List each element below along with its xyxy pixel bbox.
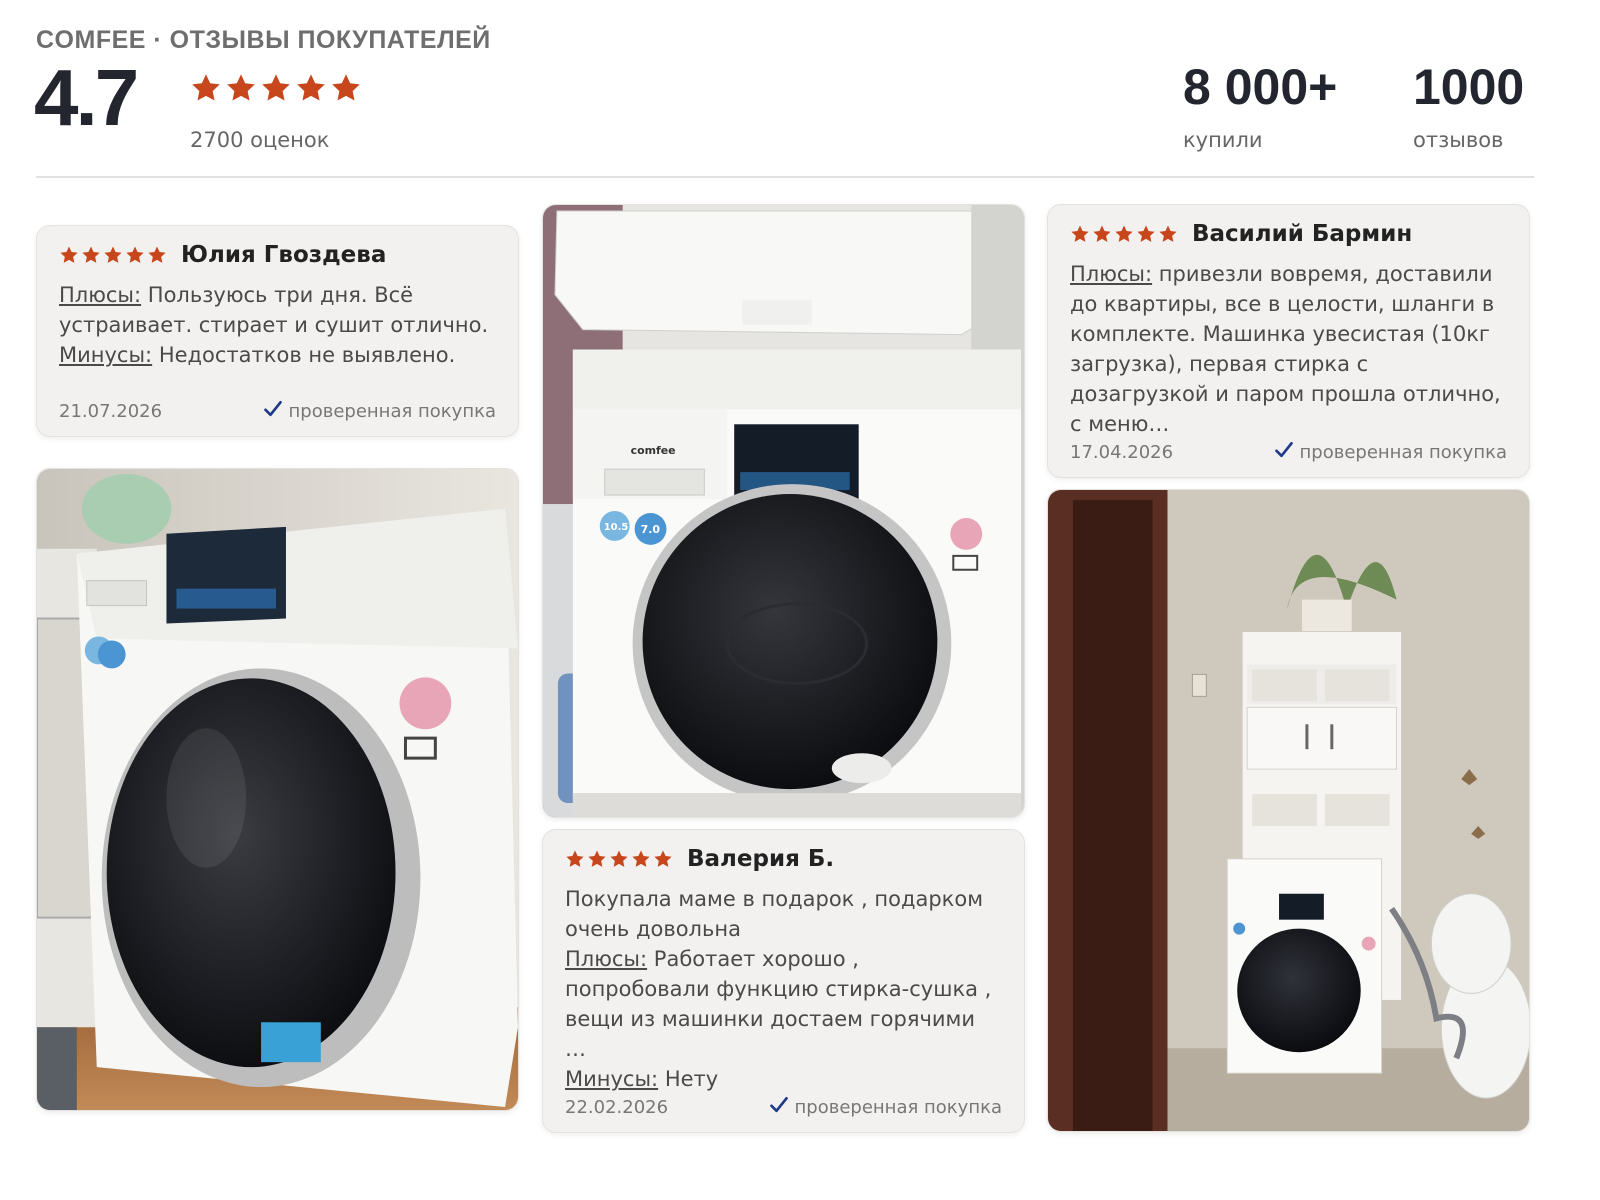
star-icon xyxy=(610,850,628,867)
review-author: Юлия Гвоздева xyxy=(181,242,387,268)
pros-text: привезли вовремя, доставили до квартиры,… xyxy=(1070,262,1501,436)
review-card[interactable]: Валерия Б. Покупала маме в подарок , под… xyxy=(542,829,1025,1133)
star-icon xyxy=(1071,225,1089,242)
review-stars xyxy=(59,245,167,265)
pros-label: Плюсы: xyxy=(1070,262,1153,286)
review-photo[interactable] xyxy=(36,468,519,1111)
star-icon xyxy=(632,850,650,867)
star-icon xyxy=(262,74,290,101)
review-text: Покупала маме в подарок , подарком очень… xyxy=(565,884,1002,1094)
review-card[interactable]: Василий Бармин Плюсы: привезли вовремя, … xyxy=(1047,204,1530,478)
review-photo[interactable] xyxy=(1047,489,1530,1132)
star-icon xyxy=(1115,225,1133,242)
review-intro: Покупала маме в подарок , подарком очень… xyxy=(565,887,984,941)
verified-label: проверенная покупка xyxy=(794,1097,1002,1118)
star-icon xyxy=(126,246,144,263)
review-date: 22.02.2026 xyxy=(565,1097,669,1118)
verified-label: проверенная покупка xyxy=(288,401,496,422)
review-text: Плюсы: привезли вовремя, доставили до кв… xyxy=(1070,259,1507,439)
review-date: 21.07.2026 xyxy=(59,401,163,422)
verified-label: проверенная покупка xyxy=(1299,442,1507,463)
review-author: Василий Бармин xyxy=(1192,221,1413,247)
ratings-count: 2700 оценок xyxy=(190,128,330,152)
cons-text: Недостатков не выявлено. xyxy=(158,343,456,367)
washing-machine-photo: comfee 10.5 7.0 xyxy=(543,205,1024,817)
review-date: 17.04.2026 xyxy=(1070,442,1174,463)
star-icon xyxy=(82,246,100,263)
star-icon xyxy=(1159,225,1177,242)
reviews-stat: 1000 отзывов xyxy=(1413,62,1524,152)
header-stars xyxy=(190,72,362,104)
verified-badge: проверенная покупка xyxy=(263,399,496,424)
cons-label: Минусы: xyxy=(565,1067,659,1091)
cons-text: Нету xyxy=(664,1067,719,1091)
star-icon xyxy=(192,74,220,101)
review-card[interactable]: Юлия Гвоздева Плюсы: Пользуюсь три дня. … xyxy=(36,225,519,437)
review-text: Плюсы: Пользуюсь три дня. Всё устраивает… xyxy=(59,280,496,370)
star-icon xyxy=(227,74,255,101)
brand-line: COMFEE · ОТЗЫВЫ ПОКУПАТЕЛЕЙ xyxy=(36,26,491,54)
buyers-stat: 8 000+ купили xyxy=(1183,62,1337,152)
review-photo[interactable]: comfee 10.5 7.0 xyxy=(542,204,1025,818)
star-icon xyxy=(60,246,78,263)
star-icon xyxy=(654,850,672,867)
header-divider xyxy=(36,176,1534,178)
star-icon xyxy=(566,850,584,867)
star-icon xyxy=(1137,225,1155,242)
reviews-value: 1000 xyxy=(1413,59,1525,115)
review-stars xyxy=(565,849,673,869)
reviews-label: отзывов xyxy=(1413,128,1504,152)
cons-label: Минусы: xyxy=(59,343,153,367)
star-icon xyxy=(332,74,360,101)
buyers-value: 8 000+ xyxy=(1183,59,1338,115)
checkmark-glyph xyxy=(1274,442,1293,458)
average-rating: 4.7 xyxy=(34,53,139,142)
pros-label: Плюсы: xyxy=(59,283,142,307)
star-icon xyxy=(297,74,325,101)
star-icon xyxy=(588,850,606,867)
checkmark-glyph xyxy=(263,401,282,417)
washing-machine-photo xyxy=(37,469,518,1110)
verified-badge: проверенная покупка xyxy=(1274,440,1507,465)
star-icon xyxy=(104,246,122,263)
checkmark-glyph xyxy=(769,1097,788,1113)
load-badge-drying: 7.0 xyxy=(641,523,661,536)
star-icon xyxy=(148,246,166,263)
machine-brand-label: comfee xyxy=(631,444,676,457)
check-icon xyxy=(769,1095,789,1120)
check-icon xyxy=(263,399,283,424)
review-author: Валерия Б. xyxy=(687,846,835,872)
verified-badge: проверенная покупка xyxy=(769,1095,1002,1120)
load-badge-washing: 10.5 xyxy=(604,522,629,533)
pros-label: Плюсы: xyxy=(565,947,648,971)
washing-machine-photo xyxy=(1048,490,1529,1131)
review-stars xyxy=(1070,224,1178,244)
star-icon xyxy=(1093,225,1111,242)
buyers-label: купили xyxy=(1183,128,1263,152)
check-icon xyxy=(1274,440,1294,465)
